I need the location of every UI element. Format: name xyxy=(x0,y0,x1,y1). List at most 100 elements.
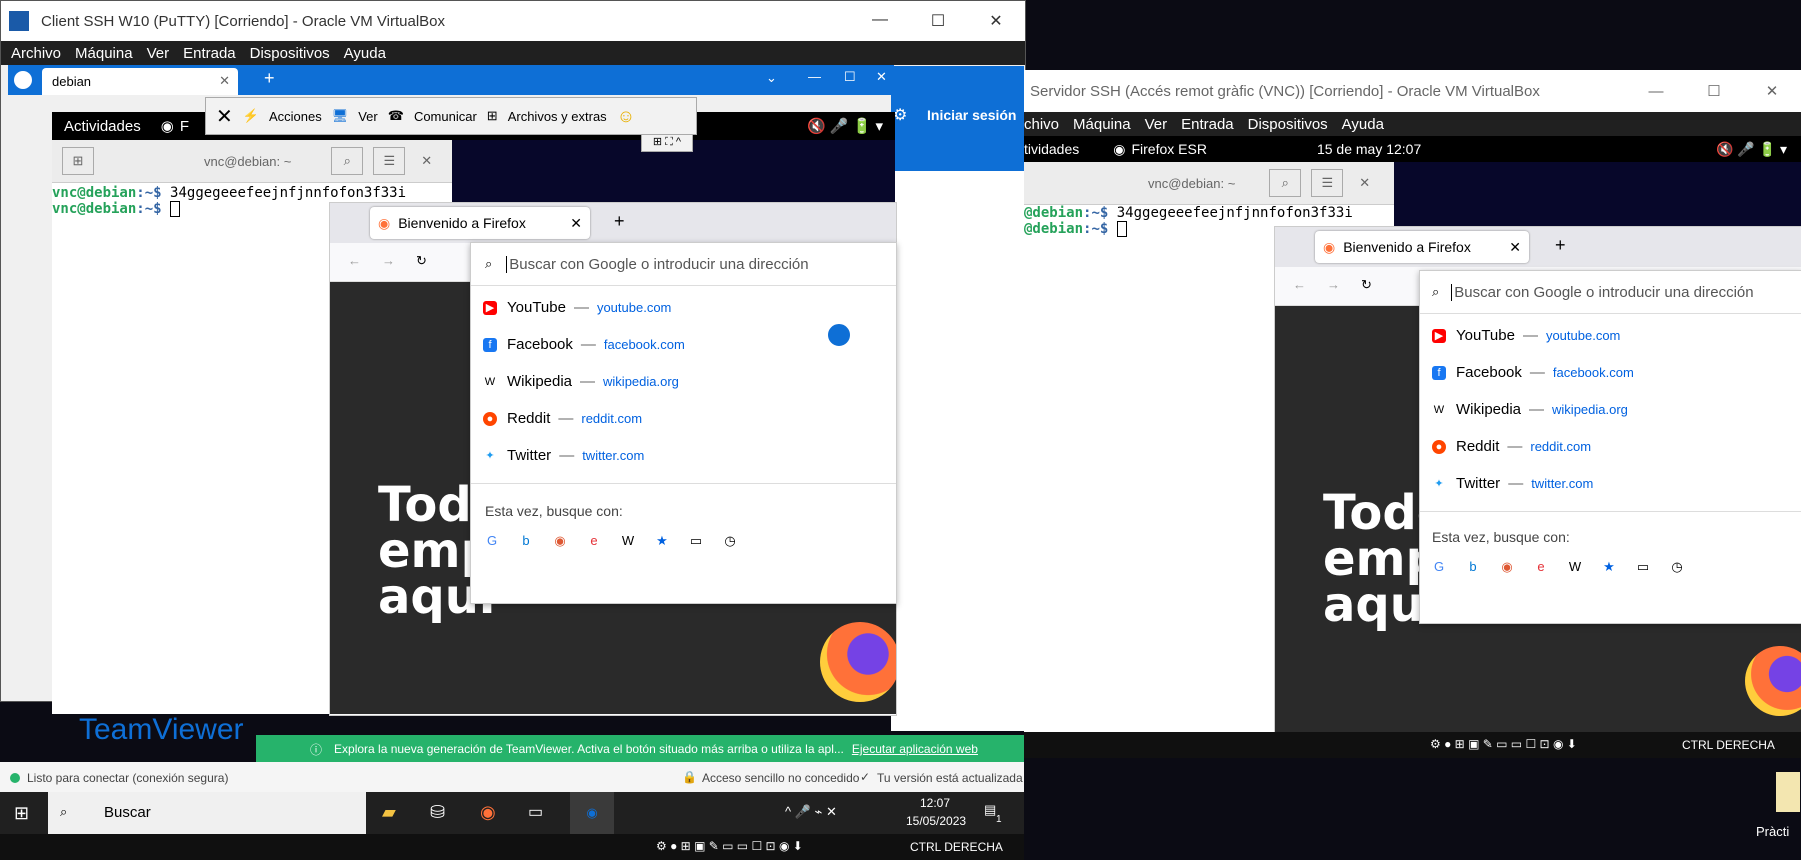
suggestion-twitter[interactable]: ✦ Twitter — twitter.com xyxy=(471,439,896,472)
ebay-icon[interactable]: e xyxy=(1524,559,1558,575)
search-icon[interactable]: ⌕ xyxy=(331,147,364,175)
tabs-icon[interactable]: ▭ xyxy=(679,533,713,549)
right-close-button[interactable]: ✕ xyxy=(1743,82,1801,100)
urlbar[interactable]: ⌕ Buscar con Google o introducir una dir… xyxy=(471,243,896,286)
forward-icon[interactable]: → xyxy=(382,253,395,268)
menu-maquina[interactable]: Máquina xyxy=(75,45,133,62)
firefox-tab[interactable]: ◉ Bienvenido a Firefox ✕ xyxy=(370,207,590,239)
bookmarks-icon[interactable]: ★ xyxy=(1592,559,1626,575)
forward-icon[interactable]: → xyxy=(1327,277,1340,292)
menu-ver[interactable]: Ver xyxy=(1145,116,1168,133)
ebay-icon[interactable]: e xyxy=(577,533,611,549)
back-icon[interactable]: ← xyxy=(348,253,361,268)
firefox-taskbar-icon[interactable]: ◉ xyxy=(480,802,496,823)
reload-icon[interactable]: ↻ xyxy=(416,253,427,269)
menu-ayuda[interactable]: Ayuda xyxy=(1342,116,1384,133)
menu-entrada[interactable]: Entrada xyxy=(183,45,236,62)
tabs-icon[interactable]: ▭ xyxy=(1626,559,1660,575)
tv-minimize-button[interactable]: — xyxy=(808,69,821,84)
tv-maximize-button[interactable]: ☐ xyxy=(844,69,856,85)
signin-button[interactable]: Iniciar sesión xyxy=(927,107,1016,123)
right-minimize-button[interactable]: — xyxy=(1627,83,1685,100)
close-button[interactable]: ✕ xyxy=(967,11,1025,31)
menu-icon[interactable]: ☰ xyxy=(1311,169,1344,197)
menu-ayuda[interactable]: Ayuda xyxy=(344,45,386,62)
store-icon[interactable]: ⛁ xyxy=(430,802,445,823)
terminal-close-icon[interactable]: ✕ xyxy=(421,153,432,169)
taskbar-search[interactable]: ⌕ Buscar xyxy=(48,792,366,834)
back-icon[interactable]: ← xyxy=(1293,277,1306,292)
right-urlbar-placeholder[interactable]: Buscar con Google o introducir una direc… xyxy=(1451,283,1754,301)
menu-dispositivos[interactable]: Dispositivos xyxy=(1248,116,1328,133)
menu-archivo[interactable]: chivo xyxy=(1024,116,1059,133)
right-firefox-tab[interactable]: ◉ Bienvenido a Firefox ✕ xyxy=(1315,231,1529,263)
firefox-tab-close-icon[interactable]: ✕ xyxy=(570,215,582,232)
desktop-file-icon[interactable] xyxy=(1776,772,1800,812)
new-tab-button[interactable]: + xyxy=(264,68,275,89)
actions-menu[interactable]: Acciones xyxy=(269,109,322,124)
files-icon: ⊞ xyxy=(486,108,498,123)
tab-debian[interactable]: debian ✕ xyxy=(42,68,238,95)
smiley-icon[interactable]: ☺ xyxy=(617,106,635,127)
teamviewer-side-icon[interactable] xyxy=(826,322,852,348)
communicate-menu[interactable]: Comunicar xyxy=(414,109,477,124)
remote-screen[interactable]: Actividades ◉ F 🔇 🎤 🔋 ▾ ⊞ vnc@debian: ~ … xyxy=(52,112,897,716)
terminal-close-icon[interactable]: ✕ xyxy=(1359,175,1370,191)
chevron-down-icon[interactable]: ⌄ xyxy=(766,70,777,86)
activities-button[interactable]: Actividades xyxy=(64,118,141,135)
bookmarks-icon[interactable]: ★ xyxy=(645,533,679,549)
maximize-button[interactable]: ☐ xyxy=(909,11,967,31)
menu-entrada[interactable]: Entrada xyxy=(1181,116,1234,133)
file-explorer-icon[interactable]: ▰ xyxy=(382,802,396,823)
right-new-tab-button[interactable]: + xyxy=(1555,235,1566,256)
firefox-menu-short[interactable]: F xyxy=(180,118,189,135)
menu-maquina[interactable]: Máquina xyxy=(1073,116,1131,133)
tv-close-button[interactable]: ✕ xyxy=(876,69,887,85)
wikipedia-icon[interactable]: W xyxy=(1558,559,1592,575)
terminal-taskbar-icon[interactable]: ▭ xyxy=(528,802,543,822)
right-suggestion-facebook[interactable]: f Facebook — facebook.com xyxy=(1420,356,1801,389)
duckduckgo-icon[interactable]: ◉ xyxy=(1490,559,1524,575)
gear-icon[interactable]: ⚙ xyxy=(893,105,907,125)
view-menu[interactable]: Ver xyxy=(358,109,378,124)
suggestion-wikipedia[interactable]: W Wikipedia — wikipedia.org xyxy=(471,365,896,398)
toolbar-close-button[interactable]: ✕ xyxy=(216,104,233,129)
notification-icon[interactable]: ▤ xyxy=(984,802,996,818)
right-activities[interactable]: tividades xyxy=(1024,141,1079,157)
google-icon[interactable]: G xyxy=(1422,559,1456,575)
right-urlbar[interactable]: ⌕ Buscar con Google o introducir una dir… xyxy=(1420,271,1801,314)
firefox-new-tab-button[interactable]: + xyxy=(614,211,625,232)
right-suggestion-reddit[interactable]: ● Reddit — reddit.com xyxy=(1420,430,1801,463)
toolbar-handle[interactable]: ⊞ ⛶ ^ xyxy=(641,134,693,152)
files-menu[interactable]: Archivos y extras xyxy=(508,109,607,124)
right-tab-close-icon[interactable]: ✕ xyxy=(1509,239,1521,256)
search-icon[interactable]: ⌕ xyxy=(1269,169,1302,197)
teamviewer-taskbar-icon[interactable]: ◉ xyxy=(570,792,614,834)
suggestion-reddit[interactable]: ● Reddit — reddit.com xyxy=(471,402,896,435)
reload-icon[interactable]: ↻ xyxy=(1361,277,1372,293)
bing-icon[interactable]: b xyxy=(509,533,543,549)
history-icon[interactable]: ◷ xyxy=(713,533,747,549)
urlbar-placeholder[interactable]: Buscar con Google o introducir una direc… xyxy=(506,255,809,273)
history-icon[interactable]: ◷ xyxy=(1660,559,1694,575)
tab-close-icon[interactable]: ✕ xyxy=(219,73,230,89)
right-maximize-button[interactable]: ☐ xyxy=(1685,82,1743,100)
windows-start-icon[interactable]: ⊞ xyxy=(14,803,29,824)
wikipedia-icon[interactable]: W xyxy=(611,533,645,549)
firefox-tab-title: Bienvenido a Firefox xyxy=(398,215,526,231)
menu-icon[interactable]: ☰ xyxy=(373,147,406,175)
suggestion-youtube[interactable]: ▶ YouTube — youtube.com xyxy=(471,291,896,324)
right-firefox-esr[interactable]: Firefox ESR xyxy=(1131,141,1206,157)
right-suggestion-wikipedia[interactable]: W Wikipedia — wikipedia.org xyxy=(1420,393,1801,426)
menu-archivo[interactable]: Archivo xyxy=(11,45,61,62)
bing-icon[interactable]: b xyxy=(1456,559,1490,575)
right-suggestion-twitter[interactable]: ✦ Twitter — twitter.com xyxy=(1420,467,1801,500)
menu-dispositivos[interactable]: Dispositivos xyxy=(250,45,330,62)
banner-link[interactable]: Ejecutar aplicación web xyxy=(852,742,978,756)
duckduckgo-icon[interactable]: ◉ xyxy=(543,533,577,549)
google-icon[interactable]: G xyxy=(475,533,509,549)
minimize-button[interactable]: — xyxy=(851,11,909,31)
new-tab-icon[interactable]: ⊞ xyxy=(62,147,94,175)
menu-ver[interactable]: Ver xyxy=(147,45,170,62)
right-suggestion-youtube[interactable]: ▶ YouTube — youtube.com xyxy=(1420,319,1801,352)
